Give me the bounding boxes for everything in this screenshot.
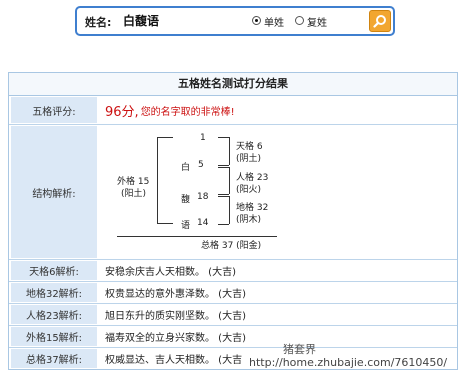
stroke-top: 1 (200, 133, 206, 143)
watermark-logo: 猪套界 (283, 343, 316, 356)
ren-ge-element: (阳火) (236, 185, 262, 195)
analysis-label: 总格37解析: (11, 349, 97, 368)
analysis-label: 天格6解析: (11, 261, 97, 280)
zong-ge: 总格 37 (阳金) (201, 241, 262, 251)
analysis-text: 安稳余庆吉人天相数。 (大吉) (105, 267, 236, 278)
score-label: 五格评分: (11, 97, 97, 123)
search-button[interactable] (369, 10, 391, 32)
analysis-row: 外格15解析: 福寿双全的立身兴家数。 (大吉) (9, 326, 457, 348)
radio-single-label: 单姓 (264, 18, 284, 29)
analysis-row: 地格32解析: 权贵显达的意外惠泽数。 (大吉) (9, 282, 457, 304)
wai-ge-element: (阳土) (121, 189, 147, 199)
search-icon (373, 15, 386, 28)
analysis-row: 人格23解析: 旭日东升的质实刚坚数。 (大吉) (9, 304, 457, 326)
structure-label: 结构解析: (11, 126, 97, 258)
stroke-1: 5 (198, 160, 204, 170)
score-text: 您的名字取的非常棒! (140, 106, 235, 118)
analysis-text: 旭日东升的质实刚坚数。 (大吉) (105, 311, 246, 322)
search-bar: 姓名: 白馥语 单姓 复姓 (75, 6, 395, 36)
di-ge-element: (阴木) (236, 215, 262, 225)
name-label: 姓名: (85, 16, 112, 29)
structure-diagram: 1 白 5 馥 18 语 14 外格 15 (阳土) 天格 6 (阴土) 人格 … (101, 125, 457, 251)
watermark-url: http://home.zhubajie.com/7610450/ (249, 356, 448, 369)
tian-ge-element: (阴土) (236, 154, 262, 164)
char-3: 语 (181, 221, 191, 231)
char-1: 白 (181, 163, 191, 173)
radio-double-label: 复姓 (307, 18, 327, 29)
analysis-text: 权贵显达的意外惠泽数。 (大吉) (105, 289, 246, 300)
analysis-label: 地格32解析: (11, 283, 97, 302)
char-2: 馥 (181, 195, 191, 205)
analysis-text: 福寿双全的立身兴家数。 (大吉) (105, 333, 246, 344)
score-row: 五格评分: 96分, 您的名字取的非常棒! (9, 96, 457, 125)
structure-row: 结构解析: 1 白 5 馥 18 语 14 外格 15 (阳土) 天格 6 (阴… (9, 125, 457, 260)
stroke-3: 14 (197, 218, 209, 228)
analysis-label: 外格15解析: (11, 327, 97, 346)
result-title: 五格姓名测试打分结果 (9, 73, 457, 96)
analysis-label: 人格23解析: (11, 305, 97, 324)
analysis-row: 天格6解析: 安稳余庆吉人天相数。 (大吉) (9, 260, 457, 282)
result-table: 五格姓名测试打分结果 五格评分: 96分, 您的名字取的非常棒! 结构解析: 1… (8, 72, 458, 370)
name-input[interactable]: 白馥语 (123, 12, 159, 29)
score-value: 96分, (105, 104, 139, 120)
radio-double-surname[interactable] (295, 16, 304, 25)
radio-single-surname[interactable] (252, 16, 261, 25)
stroke-2: 18 (197, 192, 209, 202)
